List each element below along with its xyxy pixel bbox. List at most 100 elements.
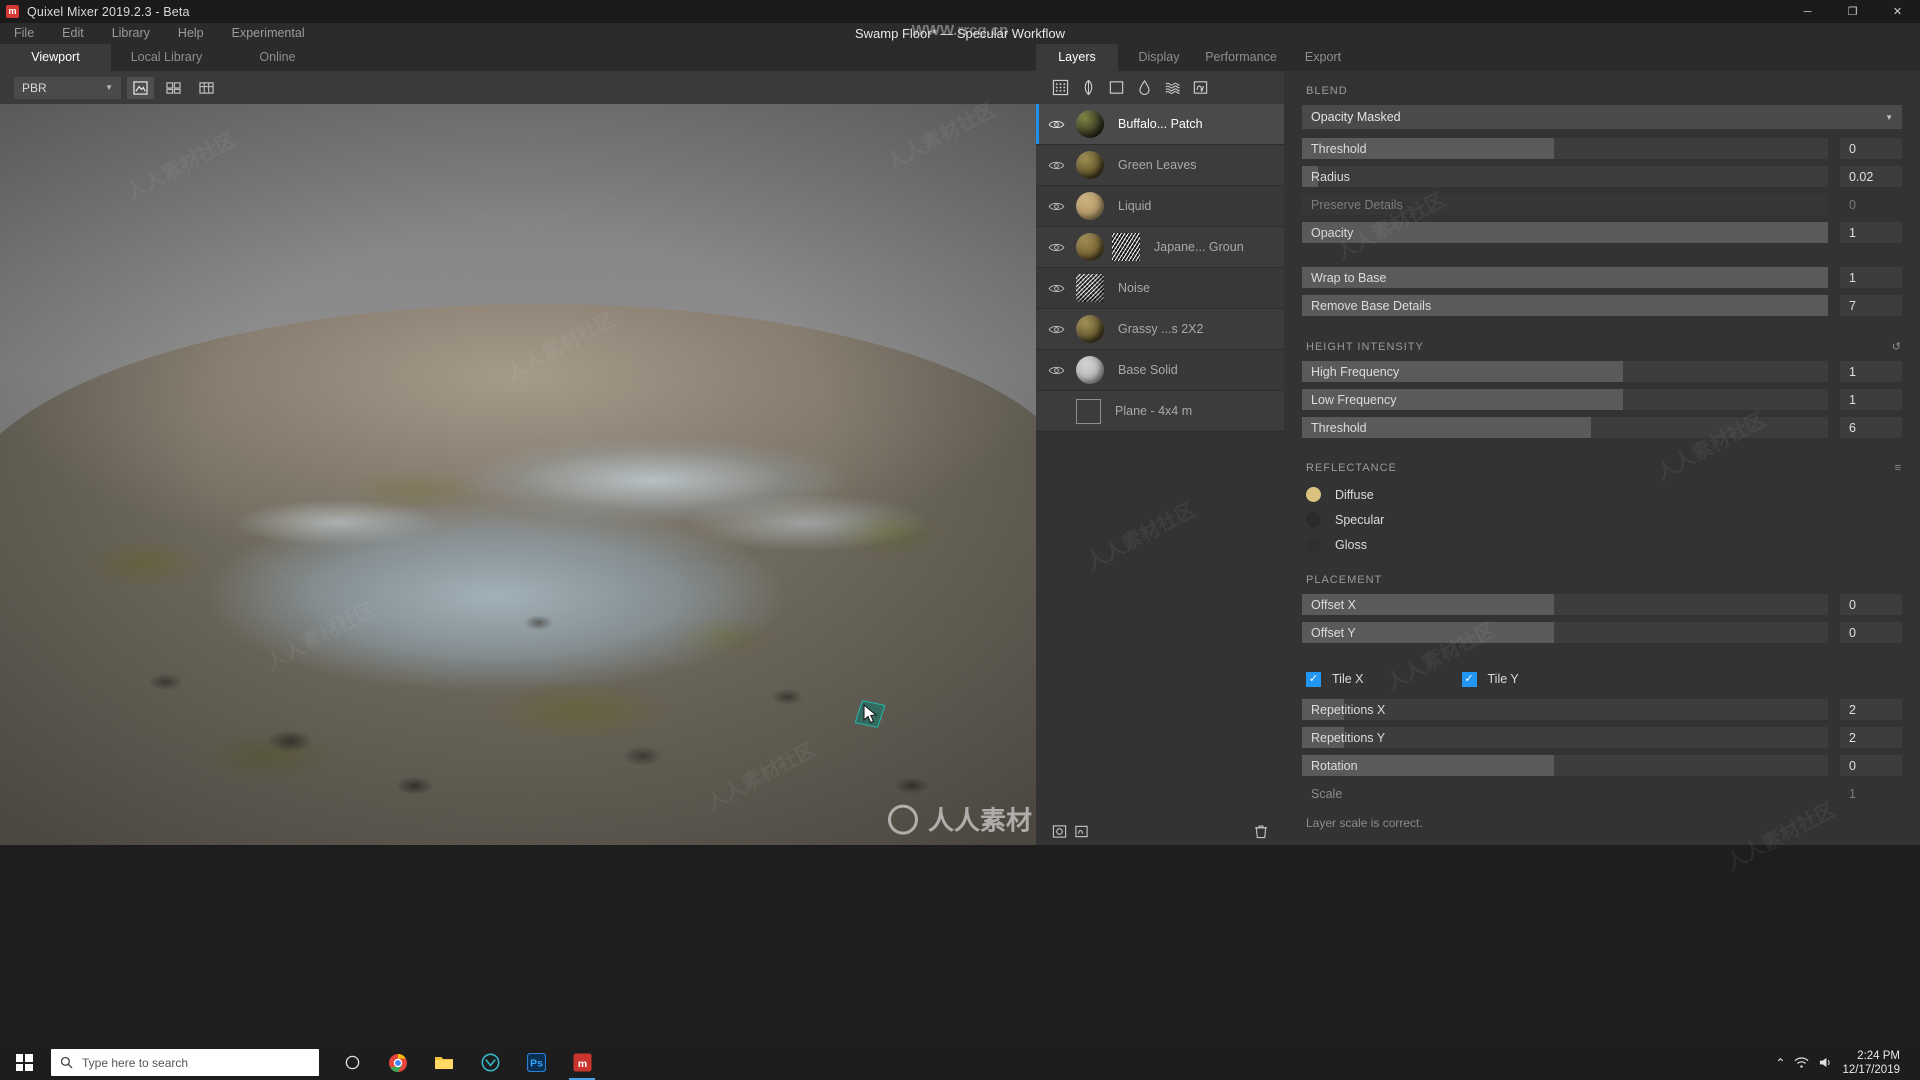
layer-row[interactable]: Japane... Groun bbox=[1036, 227, 1284, 268]
layer-visibility-toggle[interactable] bbox=[1036, 283, 1076, 294]
add-displace-layer-icon[interactable] bbox=[1160, 76, 1184, 100]
delete-layer-icon[interactable] bbox=[1250, 822, 1272, 842]
show-desktop-button[interactable] bbox=[1909, 1045, 1914, 1080]
blend-threshold-slider[interactable]: Threshold bbox=[1302, 138, 1828, 159]
rotation-value[interactable]: 0 bbox=[1840, 755, 1902, 776]
layer-row[interactable]: Grassy ...s 2X2 bbox=[1036, 309, 1284, 350]
chrome-icon[interactable] bbox=[377, 1045, 419, 1080]
repetitions-x-slider[interactable]: Repetitions X bbox=[1302, 699, 1828, 720]
add-surface-layer-icon[interactable] bbox=[1076, 76, 1100, 100]
layer-mask-thumbnail[interactable] bbox=[1112, 233, 1140, 261]
taskbar-clock[interactable]: 2:24 PM 12/17/2019 bbox=[1842, 1049, 1900, 1077]
layer-row-plane[interactable]: Plane - 4x4 m bbox=[1036, 391, 1284, 432]
eye-icon bbox=[1048, 120, 1064, 128]
reflectance-gloss-row[interactable]: Gloss bbox=[1302, 532, 1902, 557]
layer-visibility-toggle[interactable] bbox=[1036, 201, 1076, 212]
layer-row[interactable]: Liquid bbox=[1036, 186, 1284, 227]
gloss-color-swatch[interactable] bbox=[1306, 537, 1321, 552]
3dsmax-icon[interactable] bbox=[469, 1045, 511, 1080]
close-button[interactable]: ✕ bbox=[1875, 0, 1920, 23]
layer-row[interactable]: Green Leaves bbox=[1036, 145, 1284, 186]
height-threshold-slider[interactable]: Threshold bbox=[1302, 417, 1828, 438]
diffuse-color-swatch[interactable] bbox=[1306, 487, 1321, 502]
blend-opacity-slider[interactable]: Opacity bbox=[1302, 222, 1828, 243]
volume-icon[interactable] bbox=[1818, 1056, 1833, 1069]
blend-threshold-value[interactable]: 0 bbox=[1840, 138, 1902, 159]
layer-visibility-toggle[interactable] bbox=[1036, 324, 1076, 335]
menu-edit[interactable]: Edit bbox=[48, 23, 98, 44]
reset-height-intensity-icon[interactable]: ↺ bbox=[1892, 340, 1902, 353]
split-view-button[interactable] bbox=[160, 76, 187, 99]
offset-y-value[interactable]: 0 bbox=[1840, 622, 1902, 643]
rotation-slider[interactable]: Rotation bbox=[1302, 755, 1828, 776]
taskbar-search-input[interactable]: Type here to search bbox=[51, 1049, 319, 1076]
layer-row[interactable]: Noise bbox=[1036, 268, 1284, 309]
wrap-to-base-value[interactable]: 1 bbox=[1840, 267, 1902, 288]
offset-x-value[interactable]: 0 bbox=[1840, 594, 1902, 615]
layer-visibility-toggle[interactable] bbox=[1036, 119, 1076, 130]
menu-experimental[interactable]: Experimental bbox=[218, 23, 319, 44]
tile-y-checkbox[interactable]: ✓ bbox=[1461, 671, 1477, 687]
wrap-to-base-slider[interactable]: Wrap to Base bbox=[1302, 267, 1828, 288]
file-explorer-icon[interactable] bbox=[423, 1045, 465, 1080]
tab-online[interactable]: Online bbox=[222, 44, 333, 71]
layer-visibility-toggle[interactable] bbox=[1036, 160, 1076, 171]
layer-visibility-toggle[interactable] bbox=[1036, 242, 1076, 253]
specular-color-swatch[interactable] bbox=[1306, 512, 1321, 527]
start-button[interactable] bbox=[0, 1045, 48, 1080]
add-paint-layer-icon[interactable] bbox=[1132, 76, 1156, 100]
layers-footer bbox=[1036, 818, 1284, 845]
chevron-up-icon[interactable]: ⌃ bbox=[1775, 1056, 1785, 1070]
network-icon[interactable] bbox=[1794, 1056, 1809, 1069]
tab-export[interactable]: Export bbox=[1282, 44, 1364, 71]
tab-layers[interactable]: Layers bbox=[1036, 44, 1118, 71]
repetitions-x-value[interactable]: 2 bbox=[1840, 699, 1902, 720]
viewport-3d[interactable] bbox=[0, 104, 1036, 845]
tab-viewport[interactable]: Viewport bbox=[0, 44, 111, 71]
reflectance-specular-row[interactable]: Specular bbox=[1302, 507, 1902, 532]
repetitions-y-value[interactable]: 2 bbox=[1840, 727, 1902, 748]
layer-row[interactable]: Base Solid bbox=[1036, 350, 1284, 391]
quixel-mixer-icon[interactable]: m bbox=[561, 1045, 603, 1080]
photoshop-icon[interactable]: Ps bbox=[515, 1045, 557, 1080]
menu-file[interactable]: File bbox=[0, 23, 48, 44]
minimize-button[interactable]: ─ bbox=[1785, 0, 1830, 23]
duplicate-layer-icon[interactable] bbox=[1070, 822, 1092, 842]
tab-performance[interactable]: Performance bbox=[1200, 44, 1282, 71]
rotation-label: Rotation bbox=[1311, 758, 1358, 773]
low-frequency-slider[interactable]: Low Frequency bbox=[1302, 389, 1828, 410]
tab-local-library[interactable]: Local Library bbox=[111, 44, 222, 71]
layer-visibility-toggle[interactable] bbox=[1036, 365, 1076, 376]
offset-x-slider[interactable]: Offset X bbox=[1302, 594, 1828, 615]
high-frequency-value[interactable]: 1 bbox=[1840, 361, 1902, 382]
blend-radius-slider[interactable]: Radius bbox=[1302, 166, 1828, 187]
tile-x-checkbox[interactable]: ✓ bbox=[1306, 671, 1321, 687]
tab-display[interactable]: Display bbox=[1118, 44, 1200, 71]
repetitions-y-slider[interactable]: Repetitions Y bbox=[1302, 727, 1828, 748]
reflectance-diffuse-row[interactable]: Diffuse bbox=[1302, 482, 1902, 507]
blend-radius-value[interactable]: 0.02 bbox=[1840, 166, 1902, 187]
low-frequency-value[interactable]: 1 bbox=[1840, 389, 1902, 410]
menu-library[interactable]: Library bbox=[98, 23, 164, 44]
quad-view-button[interactable] bbox=[193, 76, 220, 99]
reflectance-menu-icon[interactable]: ≡ bbox=[1895, 462, 1902, 474]
add-layer-mask-icon[interactable] bbox=[1048, 822, 1070, 842]
taskview-icon[interactable] bbox=[331, 1045, 373, 1080]
menu-help[interactable]: Help bbox=[164, 23, 218, 44]
offset-y-slider[interactable]: Offset Y bbox=[1302, 622, 1828, 643]
single-view-button[interactable] bbox=[127, 76, 154, 99]
maximize-button[interactable]: ❐ bbox=[1830, 0, 1875, 23]
svg-text:m: m bbox=[577, 1059, 586, 1070]
shading-mode-select[interactable]: PBR ▼ bbox=[14, 76, 121, 99]
layer-row[interactable]: Buffalo... Patch bbox=[1036, 104, 1284, 145]
height-threshold-value[interactable]: 6 bbox=[1840, 417, 1902, 438]
remove-base-details-slider[interactable]: Remove Base Details bbox=[1302, 295, 1828, 316]
add-solid-layer-icon[interactable] bbox=[1048, 76, 1072, 100]
add-smart-material-icon[interactable] bbox=[1188, 76, 1212, 100]
menu-bar: File Edit Library Help Experimental bbox=[0, 23, 1920, 44]
remove-base-details-value[interactable]: 7 bbox=[1840, 295, 1902, 316]
blend-opacity-value[interactable]: 1 bbox=[1840, 222, 1902, 243]
add-color-layer-icon[interactable] bbox=[1104, 76, 1128, 100]
blend-mode-select[interactable]: Opacity Masked ▼ bbox=[1302, 105, 1902, 129]
high-frequency-slider[interactable]: High Frequency bbox=[1302, 361, 1828, 382]
